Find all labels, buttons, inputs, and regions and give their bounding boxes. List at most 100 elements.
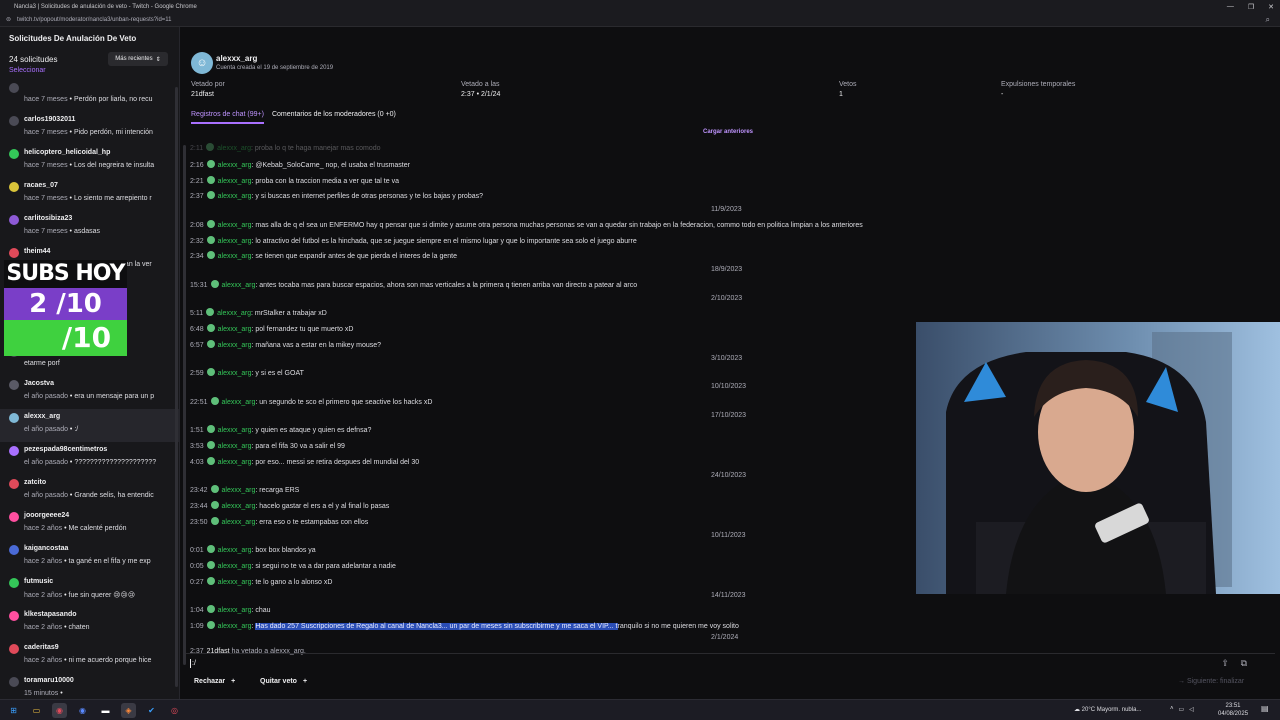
chat-username[interactable]: alexxx_arg bbox=[218, 459, 252, 466]
tab-mod-comments[interactable]: Comentarios de los moderadores (0 +0) bbox=[272, 111, 396, 124]
badge-icon bbox=[210, 279, 219, 288]
chat-username[interactable]: alexxx_arg bbox=[222, 399, 256, 406]
badge-icon bbox=[210, 516, 219, 525]
browser-icon[interactable]: ◉ bbox=[75, 703, 90, 718]
request-item[interactable]: racaes_07 hace 7 meses • Lo siento me arr… bbox=[0, 178, 179, 211]
chat-time: 5:11 bbox=[190, 310, 204, 318]
weather-text: 20°C Mayorm. nubla... bbox=[1081, 707, 1142, 713]
chat-username[interactable]: alexxx_arg bbox=[222, 519, 256, 526]
request-meta: hace 2 años • ta gané en el fifa y me ex… bbox=[24, 558, 151, 565]
system-clock[interactable]: 23:51 04/08/2025 bbox=[1218, 702, 1248, 718]
request-item[interactable]: Jacostva el año pasado • era un mensaje p… bbox=[0, 376, 179, 409]
network-icon[interactable]: ▭ bbox=[1179, 706, 1185, 713]
zoom-icon[interactable]: ⌕ bbox=[1266, 15, 1270, 25]
badge-icon bbox=[206, 191, 215, 200]
user-avatar-icon bbox=[9, 677, 19, 687]
chat-username[interactable]: alexxx_arg bbox=[218, 623, 252, 630]
unban-button[interactable]: Quitar veto + bbox=[260, 678, 307, 685]
notifications-icon[interactable]: ▤ bbox=[1261, 704, 1269, 713]
chat-username[interactable]: alexxx_arg bbox=[218, 563, 252, 570]
request-item[interactable]: carlitosibiza23 hace 7 meses • asdasas bbox=[0, 211, 179, 244]
request-message: etarme porf bbox=[24, 360, 60, 367]
minimize-icon[interactable]: — bbox=[1227, 3, 1234, 10]
site-info-icon[interactable]: ⊜ bbox=[6, 16, 11, 23]
chat-username[interactable]: alexxx_arg bbox=[217, 310, 251, 317]
chat-username[interactable]: alexxx_arg bbox=[218, 443, 252, 450]
request-username: klkestapasando bbox=[24, 611, 77, 618]
share-icon[interactable]: ⇪ bbox=[1221, 658, 1229, 669]
chat-username[interactable]: alexxx_arg bbox=[222, 282, 256, 289]
sidebar-scrollbar[interactable] bbox=[175, 87, 178, 687]
tab-chat-logs[interactable]: Registros de chat (99+) bbox=[191, 111, 264, 124]
chat-username[interactable]: alexxx_arg bbox=[218, 193, 252, 200]
date-separator: 18/9/2023 bbox=[711, 266, 743, 274]
comment-input[interactable]: :/ ⇪ ⧉ bbox=[186, 653, 1275, 673]
request-time: hace 7 meses bbox=[24, 129, 68, 136]
chat-line: 2:34 alexxx_arg: se tienen que expandir a… bbox=[190, 251, 457, 260]
chat-username[interactable]: alexxx_arg bbox=[218, 162, 252, 169]
user-name[interactable]: alexxx_arg bbox=[216, 54, 257, 63]
request-item[interactable]: helicoptero_helicoidal_hp hace 7 meses • … bbox=[0, 145, 179, 178]
request-item[interactable]: zatcito el año pasado • Grande selis, ha … bbox=[0, 475, 179, 508]
weather-widget[interactable]: ☁ 20°C Mayorm. nubla... bbox=[1074, 706, 1141, 713]
request-time: 15 minutos bbox=[24, 690, 59, 697]
chat-username[interactable]: alexxx_arg bbox=[218, 547, 252, 554]
request-item[interactable]: caderitas9 hace 2 años • ni me acuerdo po… bbox=[0, 640, 179, 673]
chat-username[interactable]: alexxx_arg bbox=[222, 503, 256, 510]
reject-button[interactable]: Rechazar + bbox=[194, 678, 235, 685]
app-icon[interactable]: ◎ bbox=[167, 703, 182, 718]
chat-username[interactable]: alexxx_arg bbox=[217, 145, 251, 152]
url-text[interactable]: twitch.tv/popout/moderator/nancla3/unban… bbox=[17, 17, 172, 23]
user-avatar-icon bbox=[9, 248, 19, 258]
chat-username[interactable]: alexxx_arg bbox=[218, 579, 252, 586]
chat-username[interactable]: alexxx_arg bbox=[218, 427, 252, 434]
chat-username[interactable]: alexxx_arg bbox=[218, 238, 252, 245]
expand-icon[interactable]: ⧉ bbox=[1241, 658, 1247, 669]
request-item[interactable]: toramaru10000 15 minutos • bbox=[0, 673, 179, 699]
media-icon[interactable]: ▬ bbox=[98, 703, 113, 718]
request-item[interactable]: klkestapasando hace 2 años • chaten bbox=[0, 607, 179, 640]
volume-icon[interactable]: ◁ bbox=[1189, 706, 1194, 713]
select-link[interactable]: Seleccionar bbox=[9, 67, 46, 74]
chat-username[interactable]: alexxx_arg bbox=[218, 342, 252, 349]
chat-username[interactable]: alexxx_arg bbox=[218, 326, 252, 333]
request-item[interactable]: hace 7 meses • Perdón por liarla, no rec… bbox=[0, 79, 179, 112]
request-item[interactable]: futmusic hace 2 años • fue sin querer 😢😢😢 bbox=[0, 574, 179, 607]
request-item[interactable]: jooorgeeee24 hace 2 años • Me calenté per… bbox=[0, 508, 179, 541]
request-meta: hace 7 meses • Los del negreira te insul… bbox=[24, 162, 154, 169]
address-bar[interactable]: ⊜ twitch.tv/popout/moderator/nancla3/unb… bbox=[0, 13, 1280, 27]
chat-username[interactable]: alexxx_arg bbox=[218, 178, 252, 185]
chat-username[interactable]: alexxx_arg bbox=[218, 253, 252, 260]
chat-username[interactable]: alexxx_arg bbox=[218, 222, 252, 229]
windows-start-icon[interactable]: ⊞ bbox=[6, 703, 21, 718]
chrome-icon[interactable]: ◉ bbox=[52, 703, 67, 718]
user-avatar-icon bbox=[9, 644, 19, 654]
request-item[interactable]: pezespada98centimetros el año pasado • ??… bbox=[0, 442, 179, 475]
request-message: asdasas bbox=[73, 228, 101, 235]
badge-icon bbox=[206, 251, 215, 260]
explorer-icon[interactable]: ▭ bbox=[29, 703, 44, 718]
request-username: futmusic bbox=[24, 578, 54, 585]
chat-time: 1:51 bbox=[190, 427, 204, 435]
chat-username[interactable]: alexxx_arg bbox=[222, 487, 256, 494]
close-icon[interactable]: ✕ bbox=[1268, 3, 1274, 11]
request-item[interactable]: carlos19032011 hace 7 meses • Pido perdón… bbox=[0, 112, 179, 145]
sort-dropdown[interactable]: Más recientes ⇕ bbox=[108, 52, 168, 66]
window-titlebar: Nancla3 | Solicitudes de anulación de ve… bbox=[0, 0, 1280, 13]
steam-icon[interactable]: ✔ bbox=[144, 703, 159, 718]
obs-icon[interactable]: ◈ bbox=[121, 703, 136, 718]
request-item[interactable]: alexxx_arg el año pasado • :/ bbox=[0, 409, 179, 442]
chat-username[interactable]: alexxx_arg bbox=[218, 370, 252, 377]
next-finalize-button[interactable]: → Siguiente: finalizar bbox=[1178, 678, 1244, 685]
comment-input-value[interactable]: :/ bbox=[192, 660, 196, 667]
request-item[interactable]: kaigancostaa hace 2 años • ta gané en el … bbox=[0, 541, 179, 574]
date-separator: 10/11/2023 bbox=[711, 531, 746, 539]
stat-label: Vetado a las bbox=[461, 81, 500, 88]
chat-username[interactable]: alexxx_arg bbox=[218, 607, 252, 614]
chat-line: 6:57 alexxx_arg: mañana vas a estar en la… bbox=[190, 339, 381, 349]
load-previous-button[interactable]: Cargar anteriores bbox=[703, 129, 753, 135]
chat-scrollbar[interactable] bbox=[183, 145, 186, 665]
chat-line: 2:11 alexxx_arg: proba lo q te haga manej… bbox=[190, 143, 381, 152]
restore-icon[interactable]: ❐ bbox=[1248, 3, 1254, 11]
chevron-up-icon[interactable]: ˄ bbox=[1170, 706, 1174, 713]
